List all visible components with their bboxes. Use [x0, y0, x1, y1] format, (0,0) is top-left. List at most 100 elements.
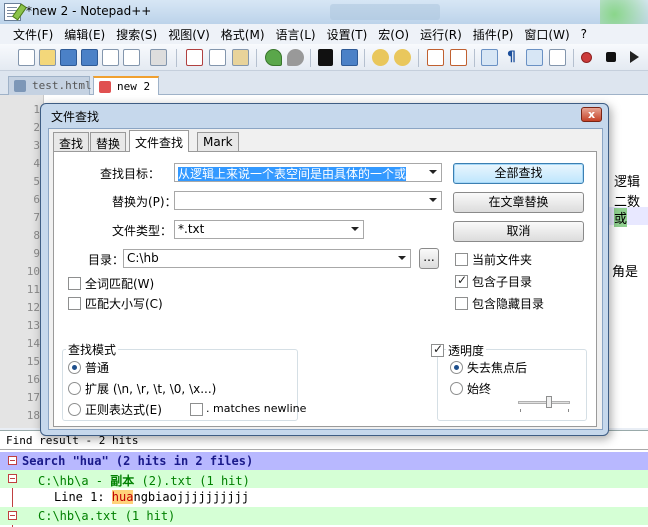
match-highlight: hua [111, 490, 134, 504]
tab-test-html[interactable]: test.html [8, 76, 92, 95]
menu-format[interactable]: 格式(M) [216, 26, 271, 43]
menu-window[interactable]: 窗口(W) [519, 26, 575, 43]
undo-icon[interactable] [265, 49, 282, 66]
line-number: 1 [33, 103, 40, 116]
transparency-checkbox[interactable] [431, 342, 444, 357]
editor-text-fragment: 或 [614, 208, 628, 227]
current-folder-label: 当前文件夹 [472, 253, 533, 267]
transparency-slider-thumb[interactable] [545, 396, 552, 408]
dropdown-arrow-icon[interactable] [398, 256, 406, 260]
line-number: 11 [26, 283, 40, 296]
tab-replace[interactable]: 替换 [90, 132, 127, 151]
sync-vertical-icon[interactable] [427, 49, 444, 66]
match-case-checkbox[interactable] [68, 297, 81, 310]
tab-mark[interactable]: Mark [197, 132, 239, 151]
print-icon[interactable] [150, 49, 167, 66]
unsaved-file-icon [99, 81, 111, 93]
toolbar-separator [364, 49, 365, 67]
editor-text-fragment: 角是 [612, 265, 639, 280]
find-what-combobox[interactable]: 从逻辑上来说一个表空间是由具体的一个或 [174, 163, 442, 182]
directory-combobox[interactable]: C:\hb [123, 249, 411, 268]
extended-mode-radio[interactable] [68, 382, 81, 395]
browse-button[interactable]: ... [419, 248, 439, 269]
match-case-label: 匹配大小写(C) [85, 297, 163, 311]
dropdown-arrow-icon[interactable] [429, 170, 437, 174]
stop-record-icon[interactable] [606, 52, 616, 62]
menu-file[interactable]: 文件(F) [8, 26, 59, 43]
udl-icon[interactable] [549, 49, 566, 66]
dialog-title: 文件查找 [51, 110, 100, 124]
close-all-icon[interactable] [123, 49, 140, 66]
find-in-files-panel: 查找目标： 从逻辑上来说一个表空间是由具体的一个或 替换为(P)： 文件类型： … [53, 151, 597, 427]
redo-icon[interactable] [287, 49, 304, 66]
filters-combobox[interactable]: *.txt [174, 220, 364, 239]
menu-plugins[interactable]: 插件(P) [468, 26, 520, 43]
word-wrap-icon[interactable] [481, 49, 498, 66]
fold-icon[interactable] [8, 456, 17, 465]
line-number: 14 [26, 337, 40, 350]
sync-horizontal-icon[interactable] [450, 49, 467, 66]
menu-search[interactable]: 搜索(S) [111, 26, 163, 43]
menu-help[interactable]: ? [576, 27, 593, 41]
find-icon[interactable] [318, 49, 333, 66]
replace-in-files-button[interactable]: 在文章替换 [453, 192, 584, 213]
always-radio[interactable] [450, 382, 463, 395]
hidden-folders-checkbox[interactable] [455, 297, 468, 310]
regex-mode-radio[interactable] [68, 403, 81, 416]
background-blur [330, 4, 440, 20]
menu-settings[interactable]: 设置(T) [322, 26, 374, 43]
menu-macro[interactable]: 宏(O) [373, 26, 415, 43]
menu-bar: 文件(F) 编辑(E) 搜索(S) 视图(V) 格式(M) 语言(L) 设置(T… [0, 24, 648, 44]
whole-word-checkbox[interactable] [68, 277, 81, 290]
on-lose-focus-label: 失去焦点后 [467, 361, 528, 375]
dropdown-arrow-icon[interactable] [351, 227, 359, 231]
file-result-line[interactable]: C:\hb\a - 副本 (2).txt (1 hit) [0, 470, 648, 488]
copy-icon[interactable] [209, 49, 226, 66]
play-macro-icon[interactable] [630, 51, 639, 63]
record-macro-icon[interactable] [581, 52, 592, 63]
show-all-chars-icon[interactable]: ¶ [503, 49, 520, 66]
zoom-in-icon[interactable] [372, 49, 389, 66]
line-number: 9 [33, 247, 40, 260]
paste-icon[interactable] [232, 49, 249, 66]
file-path: C:\hb\a.txt (1 hit) [38, 509, 176, 523]
line-number: 5 [33, 175, 40, 188]
tab-find-in-files[interactable]: 文件查找 [129, 130, 190, 152]
indent-guide-icon[interactable] [526, 49, 543, 66]
zoom-out-icon[interactable] [394, 49, 411, 66]
fold-icon[interactable] [8, 474, 17, 483]
dropdown-arrow-icon[interactable] [429, 198, 437, 202]
toolbar: ¶ [0, 44, 648, 71]
subfolders-checkbox[interactable] [455, 273, 468, 288]
menu-edit[interactable]: 编辑(E) [59, 26, 111, 43]
close-icon[interactable] [102, 49, 119, 66]
current-folder-checkbox[interactable] [455, 253, 468, 266]
cut-icon[interactable] [186, 49, 203, 66]
new-file-icon[interactable] [18, 49, 35, 66]
save-icon[interactable] [60, 49, 77, 66]
line-number: 17 [26, 391, 40, 404]
tab-new-2[interactable]: new 2 [93, 76, 159, 95]
match-line[interactable]: Line 1: huangbiaojjjjjjjjjj [0, 488, 648, 506]
menu-view[interactable]: 视图(V) [163, 26, 216, 43]
find-all-button[interactable]: 全部查找 [453, 163, 584, 184]
save-all-icon[interactable] [81, 49, 98, 66]
normal-mode-radio[interactable] [68, 361, 81, 374]
search-summary-line[interactable]: Search "hua" (2 hits in 2 files) [0, 452, 648, 470]
replace-with-combobox[interactable] [174, 191, 442, 210]
line-number: 12 [26, 301, 40, 314]
file-result-line[interactable]: C:\hb\a.txt (1 hit) [0, 507, 648, 525]
tab-find[interactable]: 查找 [53, 132, 90, 151]
fold-icon[interactable] [8, 511, 17, 520]
replace-icon[interactable] [341, 49, 358, 66]
menu-language[interactable]: 语言(L) [271, 26, 322, 43]
line-number: 18 [26, 409, 40, 422]
matches-newline-checkbox[interactable] [190, 403, 203, 416]
on-lose-focus-radio[interactable] [450, 361, 463, 374]
transparency-slider[interactable] [518, 401, 570, 404]
cancel-button[interactable]: 取消 [453, 221, 584, 242]
open-file-icon[interactable] [39, 49, 56, 66]
filters-label: 文件类型： [112, 224, 173, 238]
close-button[interactable]: x [581, 107, 602, 122]
menu-run[interactable]: 运行(R) [415, 26, 468, 43]
